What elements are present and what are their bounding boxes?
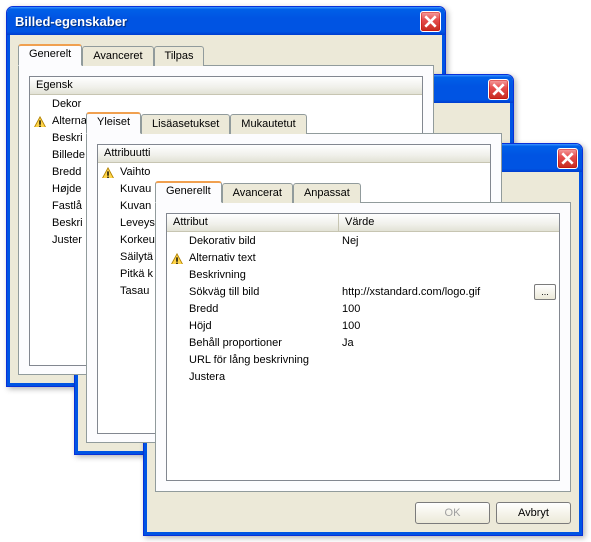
val-cell[interactable]: 100 bbox=[339, 320, 559, 332]
table-row[interactable]: Sökväg till bildhttp://xstandard.com/log… bbox=[167, 283, 559, 300]
warning-icon bbox=[33, 116, 47, 127]
tab-advanced[interactable]: Lisäasetukset bbox=[141, 114, 230, 134]
tab-advanced[interactable]: Avanceret bbox=[82, 46, 153, 66]
tabstrip-finnish: Yleiset Lisäasetukset Mukautetut bbox=[86, 112, 502, 134]
tab-advanced[interactable]: Avancerat bbox=[222, 183, 293, 203]
val-cell[interactable]: Ja bbox=[339, 337, 559, 349]
tab-general[interactable]: Yleiset bbox=[86, 112, 141, 134]
warning-icon bbox=[101, 167, 115, 178]
browse-button[interactable]: ... bbox=[534, 284, 556, 300]
col-header-attr[interactable]: Attribut bbox=[167, 214, 339, 231]
cancel-button[interactable]: Avbryt bbox=[496, 502, 571, 524]
close-icon bbox=[492, 83, 505, 96]
val-text: 100 bbox=[342, 303, 360, 315]
tab-custom[interactable]: Mukautetut bbox=[230, 114, 306, 134]
tab-general[interactable]: Generelt bbox=[18, 44, 82, 66]
tab-custom[interactable]: Tilpas bbox=[154, 46, 205, 66]
col-header-attr: Egensk bbox=[30, 77, 422, 94]
attr-cell: Dekor bbox=[30, 98, 202, 110]
val-cell[interactable]: http://xstandard.com/logo.gif... bbox=[339, 284, 559, 300]
attr-cell: Alternativ text bbox=[167, 252, 339, 264]
table-row[interactable]: Dekor bbox=[30, 95, 422, 112]
table-row[interactable]: Höjd100 bbox=[167, 317, 559, 334]
attr-cell: Behåll proportioner bbox=[167, 337, 339, 349]
attr-cell: Beskrivning bbox=[167, 269, 339, 281]
attr-cell: Sökväg till bild bbox=[167, 286, 339, 298]
close-button[interactable] bbox=[488, 79, 509, 100]
tab-general[interactable]: Generellt bbox=[155, 181, 222, 203]
dialog-swedish: Egenskaper för bild Generellt Avancerat … bbox=[143, 143, 583, 536]
col-header-attr: Attribuutti bbox=[98, 145, 490, 162]
val-text: Ja bbox=[342, 337, 354, 349]
table-row[interactable]: Dekorativ bildNej bbox=[167, 232, 559, 249]
tabstrip-danish: Generelt Avanceret Tilpas bbox=[18, 44, 434, 66]
attr-cell: Bredd bbox=[167, 303, 339, 315]
table-row[interactable]: Behåll proportionerJa bbox=[167, 334, 559, 351]
table-row[interactable]: Justera bbox=[167, 368, 559, 385]
val-cell[interactable]: Nej bbox=[339, 235, 559, 247]
tab-custom[interactable]: Anpassat bbox=[293, 183, 361, 203]
attr-cell: Justera bbox=[167, 371, 339, 383]
close-button[interactable] bbox=[420, 11, 441, 32]
attr-cell: Vaihto bbox=[98, 166, 270, 178]
close-icon bbox=[424, 15, 437, 28]
title-danish: Billed-egenskaber bbox=[15, 14, 420, 29]
attr-cell: Höjd bbox=[167, 320, 339, 332]
titlebar-danish[interactable]: Billed-egenskaber bbox=[7, 7, 445, 35]
close-icon bbox=[561, 152, 574, 165]
table-row[interactable]: Alternativ text bbox=[167, 249, 559, 266]
val-text: http://xstandard.com/logo.gif bbox=[342, 286, 480, 298]
attr-cell: URL för lång beskrivning bbox=[167, 354, 339, 366]
close-button[interactable] bbox=[557, 148, 578, 169]
tabstrip-swedish: Generellt Avancerat Anpassat bbox=[155, 181, 571, 203]
val-cell[interactable]: 100 bbox=[339, 303, 559, 315]
table-row[interactable]: Vaihto bbox=[98, 163, 490, 180]
table-row[interactable]: URL för lång beskrivning bbox=[167, 351, 559, 368]
col-header-val[interactable]: Värde bbox=[339, 214, 559, 231]
ok-button[interactable]: OK bbox=[415, 502, 490, 524]
val-text: 100 bbox=[342, 320, 360, 332]
table-row[interactable]: Beskrivning bbox=[167, 266, 559, 283]
property-grid[interactable]: Attribut Värde Dekorativ bildNejAlternat… bbox=[166, 213, 560, 481]
table-row[interactable]: Bredd100 bbox=[167, 300, 559, 317]
attr-cell: Dekorativ bild bbox=[167, 235, 339, 247]
val-text: Nej bbox=[342, 235, 359, 247]
warning-icon bbox=[170, 253, 184, 264]
